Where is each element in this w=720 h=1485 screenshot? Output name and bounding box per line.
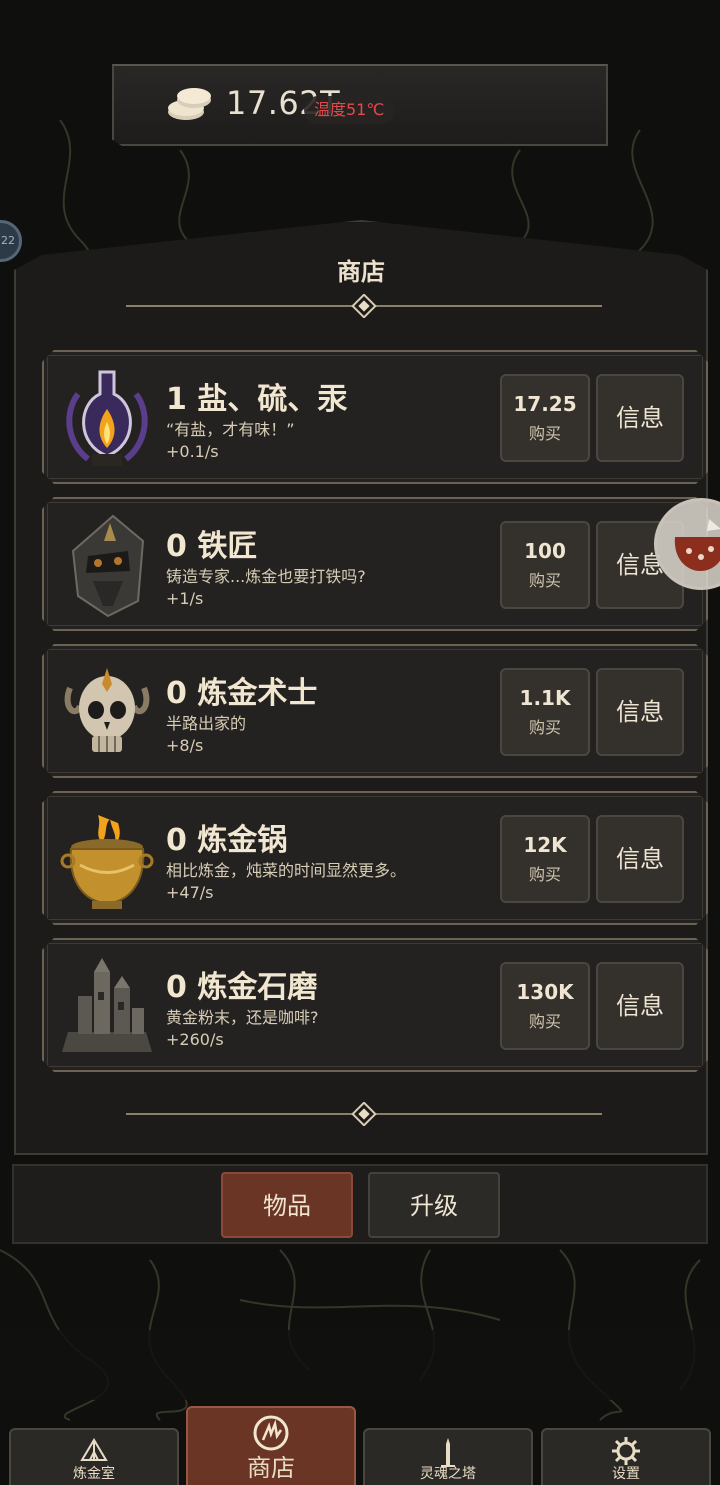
- info-button[interactable]: 信息: [596, 962, 684, 1050]
- item-rate: +8/s: [166, 736, 204, 755]
- buy-button[interactable]: 130K 购买: [500, 962, 590, 1050]
- ornament-divider-bottom: [126, 1102, 602, 1126]
- buy-label: 购买: [528, 1012, 561, 1031]
- item-description: 相比炼金，炖菜的时间显然更多。: [166, 861, 407, 880]
- item-description: 黄金粉末，还是咖啡?: [166, 1008, 319, 1027]
- info-button[interactable]: 信息: [596, 374, 684, 462]
- item-description: 半路出家的: [166, 714, 247, 733]
- temperature-badge: 温度51℃: [304, 96, 395, 124]
- gear-icon: [612, 1437, 640, 1465]
- shop-title: 商店: [337, 258, 385, 286]
- item-rate: +1/s: [166, 589, 204, 608]
- tab-upgrade[interactable]: 升级: [368, 1172, 500, 1238]
- buy-button[interactable]: 12K 购买: [500, 815, 590, 903]
- shop-item-stone-grinder: 0 炼金石磨 黄金粉末，还是咖啡? +260/s 130K 购买 信息: [42, 938, 708, 1072]
- nav-lab-label: 炼金室: [73, 1466, 115, 1482]
- nav-soul-tower-label: 灵魂之塔: [420, 1466, 476, 1482]
- buy-price: 12K: [523, 833, 567, 857]
- item-description: “有盐，才有味！”: [166, 420, 295, 439]
- nav-lab[interactable]: 炼金室: [9, 1428, 179, 1485]
- buy-button[interactable]: 100 购买: [500, 521, 590, 609]
- nav-settings[interactable]: 设置: [541, 1428, 711, 1485]
- item-title: 0 炼金锅: [166, 823, 288, 858]
- buy-button[interactable]: 17.25 购买: [500, 374, 590, 462]
- buy-label: 购买: [528, 718, 561, 737]
- item-title: 0 铁匠: [166, 529, 258, 564]
- item-rate: +260/s: [166, 1030, 224, 1049]
- item-rate: +47/s: [166, 883, 214, 902]
- buy-price: 17.25: [513, 392, 577, 416]
- nav-shop[interactable]: 商店: [186, 1406, 356, 1485]
- tent-icon: [80, 1438, 108, 1461]
- buy-price: 1.1K: [519, 686, 571, 710]
- buy-label: 购买: [528, 865, 561, 884]
- item-title: 0 炼金石磨: [166, 970, 318, 1005]
- nav-settings-label: 设置: [612, 1466, 640, 1482]
- shop-item-cauldron: 0 炼金锅 相比炼金，炖菜的时间显然更多。 +47/s 12K 购买 信息: [42, 791, 708, 925]
- blacksmith-helmet-icon: [58, 511, 156, 619]
- shop-item-salt-sulfur-mercury: 1 盐、硫、汞 “有盐，才有味！” +0.1/s 17.25 购买 信息: [42, 350, 708, 484]
- nav-soul-tower[interactable]: 灵魂之塔: [363, 1428, 533, 1485]
- tab-items[interactable]: 物品: [221, 1172, 353, 1238]
- golden-cauldron-icon: [58, 805, 156, 913]
- shop-tab-bar: 物品 升级: [12, 1164, 708, 1244]
- tomato-icon: [674, 519, 720, 571]
- item-rate: +0.1/s: [166, 442, 219, 461]
- ornament-divider-top: [126, 294, 602, 318]
- currency-panel: 17.62T 温度51℃: [112, 64, 608, 146]
- buy-price: 130K: [516, 980, 574, 1004]
- shop-item-blacksmith: 0 铁匠 铸造专家...炼金也要打铁吗? +1/s 100 购买 信息: [42, 497, 708, 631]
- info-button[interactable]: 信息: [596, 815, 684, 903]
- item-description: 铸造专家...炼金也要打铁吗?: [166, 567, 366, 586]
- nav-shop-label: 商店: [247, 1454, 295, 1482]
- stone-tower-icon: [58, 952, 156, 1060]
- shop-item-alchemist: 0 炼金术士 半路出家的 +8/s 1.1K 购买 信息: [42, 644, 708, 778]
- shop-panel: 商店 1 盐、硫、汞 “有盐，才有味！” +0.1/s 17.25 购买 信息: [14, 220, 708, 1155]
- buy-price: 100: [524, 539, 566, 563]
- item-title: 0 炼金术士: [166, 676, 318, 711]
- buy-label: 购买: [528, 571, 561, 590]
- item-title: 1 盐、硫、汞: [166, 382, 348, 417]
- hand-sigil-icon: [253, 1415, 289, 1451]
- buy-button[interactable]: 1.1K 购买: [500, 668, 590, 756]
- coin-stack-icon: [168, 88, 211, 120]
- info-button[interactable]: 信息: [596, 668, 684, 756]
- alchemy-flask-icon: [58, 364, 156, 472]
- buy-label: 购买: [528, 424, 561, 443]
- skull-icon: [58, 658, 156, 766]
